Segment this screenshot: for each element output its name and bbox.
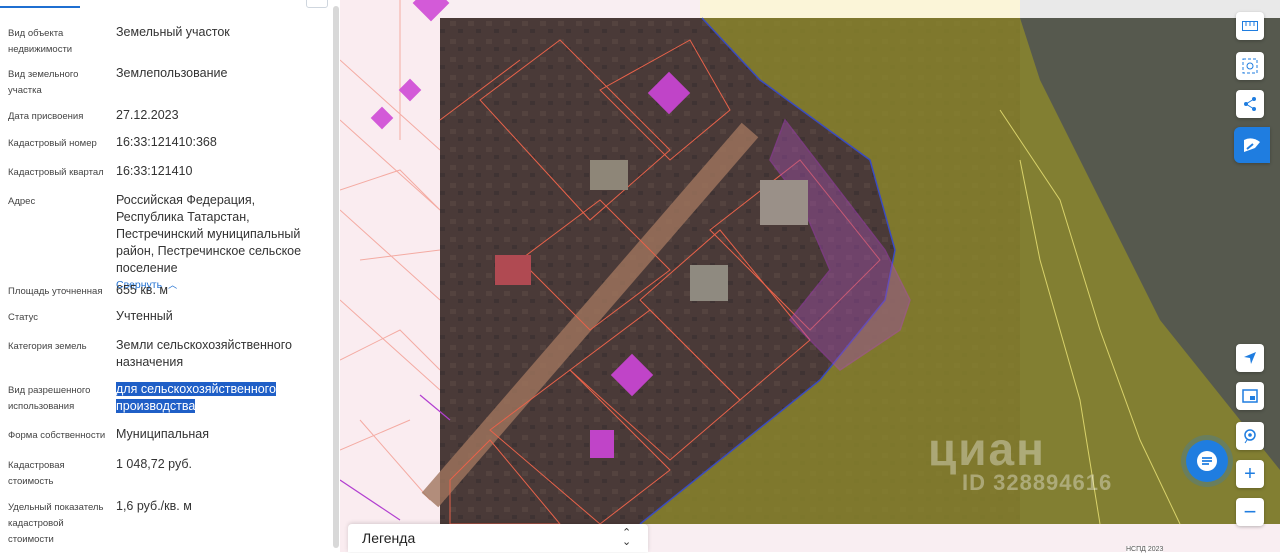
info-panel: Вид объекта недвижимости Земельный участ… (0, 0, 330, 552)
selected-text[interactable]: для сельскохозяйственного производства (116, 382, 276, 413)
area-select-button[interactable] (1236, 52, 1264, 80)
legend-panel[interactable]: Легенда ⌃ ⌄ (348, 524, 648, 552)
watermark-brand: циан (928, 423, 1046, 475)
panel-close-button[interactable] (306, 0, 328, 8)
share-icon (1244, 97, 1256, 111)
map-canvas[interactable] (340, 0, 1280, 552)
legend-title: Легенда (362, 530, 416, 546)
logo-icon (1244, 138, 1260, 152)
layers-button[interactable] (1236, 382, 1264, 410)
locate-icon (1244, 352, 1256, 364)
pin-settings-button[interactable] (1236, 422, 1264, 450)
pin-settings-icon (1244, 429, 1256, 444)
ruler-icon (1242, 21, 1258, 31)
house-roof-red (495, 255, 531, 285)
share-button[interactable] (1236, 90, 1264, 118)
zoom-in-button[interactable]: + (1236, 460, 1264, 488)
area-select-icon (1242, 58, 1258, 74)
address-text: Российская Федерация, Республика Татарст… (116, 193, 302, 275)
house-roof (590, 160, 628, 190)
building-marker (590, 430, 614, 458)
logo-button[interactable] (1234, 127, 1270, 163)
chat-icon (1197, 451, 1217, 471)
watermark-id: ID 328894616 (962, 470, 1113, 495)
layers-icon (1242, 389, 1258, 403)
zoom-in-icon: + (1244, 463, 1256, 485)
locate-button[interactable] (1236, 344, 1264, 372)
panel-scrollbar[interactable] (333, 6, 339, 548)
chevron-updown-icon[interactable]: ⌃ ⌄ (622, 528, 631, 548)
house-roof (690, 265, 728, 301)
house-roof (760, 180, 808, 225)
watermark: циан ID 328894616 (928, 422, 1112, 496)
zoom-out-icon: − (1243, 499, 1257, 524)
zoom-out-button[interactable]: − (1236, 498, 1264, 526)
active-tab-indicator[interactable] (0, 0, 80, 8)
map-graphics (340, 0, 1280, 552)
ruler-button[interactable] (1236, 12, 1264, 40)
chat-button[interactable] (1186, 440, 1228, 482)
